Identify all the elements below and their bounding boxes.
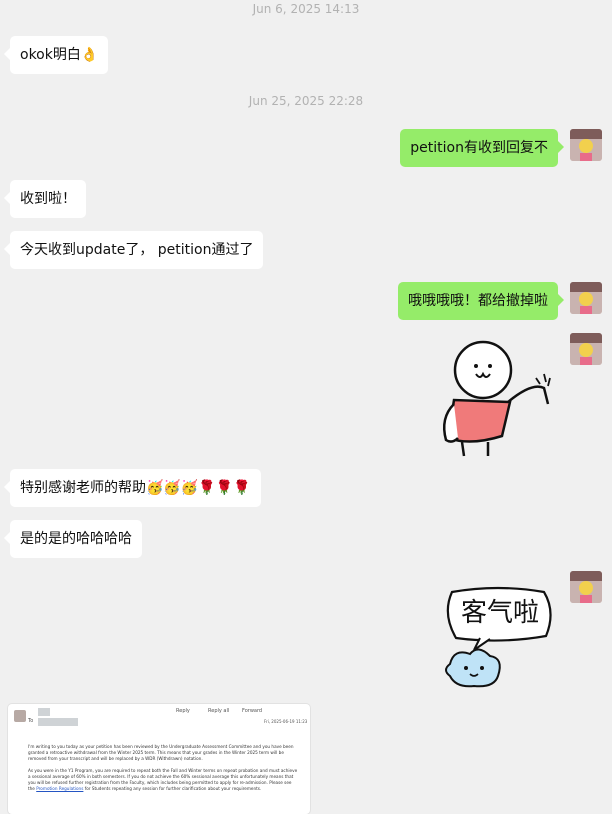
sticker-caption: 客气啦 (460, 598, 539, 628)
waving-figure-sticker[interactable] (432, 338, 557, 458)
timestamp: Jun 25, 2025 22:28 (248, 94, 364, 108)
avatar-image-icon (570, 282, 602, 314)
message-bubble-outgoing[interactable]: petition有收到回复不 (400, 129, 564, 167)
email-paragraph: I'm writing to you today as your petitio… (28, 744, 294, 761)
avatar-image-icon (570, 571, 602, 603)
my-avatar[interactable] (570, 129, 602, 161)
promotion-regulations-link[interactable]: Promotion Regulations (36, 786, 83, 791)
thanks-cloud-sticker[interactable]: 客气啦 (440, 584, 558, 694)
message-bubble-incoming[interactable]: 收到啦！ (4, 180, 86, 218)
message-bubble-incoming[interactable]: 特别感谢老师的帮助🥳🥳🥳🌹🌹🌹 (4, 469, 261, 507)
my-avatar[interactable] (570, 282, 602, 314)
message-bubble-incoming[interactable]: 今天收到update了， petition通过了 (3, 231, 264, 269)
to-label: To (28, 718, 34, 724)
message-bubble-incoming[interactable]: okok明白👌 (3, 36, 109, 74)
message-bubble-outgoing[interactable]: 哦哦哦哦！都给撤掉啦 (398, 282, 564, 320)
email-paragraph: As you were in the Y1 Program, you are r… (28, 768, 298, 791)
email-date: Fri, 2025-06-19 11:23 (264, 719, 308, 724)
timestamp: Jun 6, 2025 14:13 (252, 2, 360, 16)
message-bubble-incoming[interactable]: 是的是的哈哈哈哈 (4, 520, 142, 558)
email-screenshot-image[interactable]: To Reply Reply all Forward Fri, 2025-06-… (8, 704, 310, 814)
my-avatar[interactable] (570, 571, 602, 603)
avatar-image-icon (570, 333, 602, 365)
my-avatar[interactable] (570, 333, 602, 365)
forward-button[interactable]: Forward (242, 708, 262, 714)
reply-button[interactable]: Reply (176, 708, 190, 714)
avatar-image-icon (570, 129, 602, 161)
reply-all-button[interactable]: Reply all (208, 708, 229, 714)
